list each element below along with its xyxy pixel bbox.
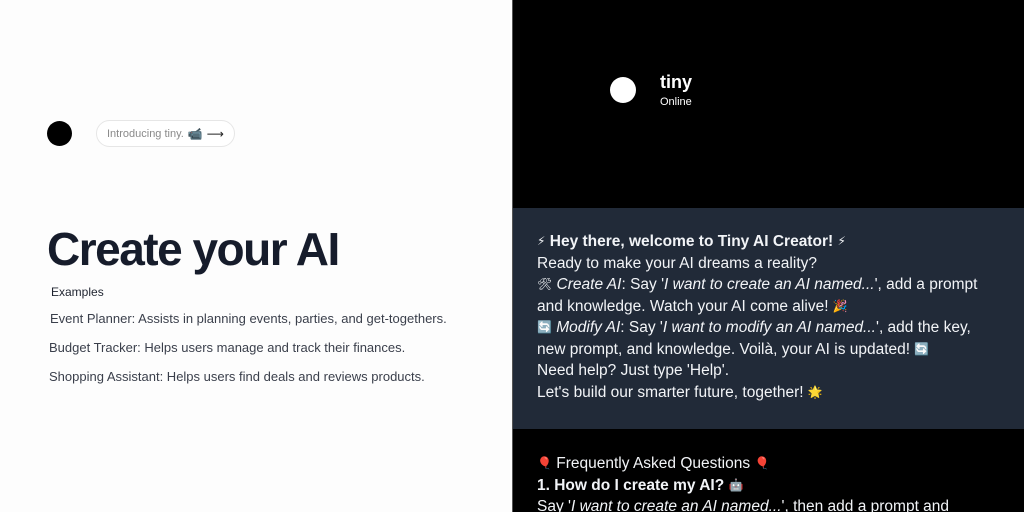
refresh-icon: 🔄 bbox=[537, 320, 552, 334]
create-phrase: I want to create an AI named... bbox=[664, 276, 875, 293]
chat-panel: tiny Online ⚡ Hey there, welcome to Tiny… bbox=[513, 0, 1024, 512]
page-title: Create your AI bbox=[47, 223, 340, 275]
bot-name: tiny bbox=[660, 72, 693, 92]
faq-heading: Frequently Asked Questions bbox=[556, 455, 751, 472]
modify-say: : Say ' bbox=[620, 319, 663, 336]
refresh-icon: 🔄 bbox=[914, 341, 930, 356]
bot-avatar bbox=[610, 77, 636, 103]
bot-status: Online bbox=[660, 96, 692, 108]
intro-text: Introducing tiny. bbox=[107, 127, 184, 140]
video-camera-icon: 📹 bbox=[187, 126, 203, 141]
welcome-greeting-line: ⚡ Hey there, welcome to Tiny AI Creator!… bbox=[537, 231, 1000, 253]
modify-label: Modify AI bbox=[556, 319, 621, 336]
robot-icon: 🤖 bbox=[728, 477, 744, 492]
balloon-icon: 🎈 bbox=[754, 456, 770, 470]
modify-phrase: I want to modify an AI named... bbox=[662, 319, 876, 336]
lightning-icon: ⚡ bbox=[537, 234, 546, 248]
modify-rest: ', add the key, bbox=[875, 319, 971, 336]
create-instruction: 🛠 Create AI: Say 'I want to create an AI… bbox=[537, 274, 1000, 296]
example-item[interactable]: Shopping Assistant: Helps users find dea… bbox=[49, 369, 425, 384]
tools-icon: 🛠 bbox=[537, 277, 553, 291]
faq-answer-rest: ', then add a prompt and bbox=[781, 498, 950, 512]
closing-line: Let's build our smarter future, together… bbox=[537, 382, 1000, 404]
logo[interactable] bbox=[47, 121, 72, 146]
modify-instruction: 🔄 Modify AI: Say 'I want to modify an AI… bbox=[537, 317, 1000, 339]
faq-answer-start: Say ' bbox=[537, 498, 571, 512]
sparkle-icon: 🌟 bbox=[807, 384, 823, 399]
example-item[interactable]: Event Planner: Assists in planning event… bbox=[50, 311, 447, 326]
balloon-icon: 🎈 bbox=[537, 456, 552, 470]
faq-question: 1. How do I create my AI? bbox=[537, 476, 725, 494]
help-line: Need help? Just type 'Help'. bbox=[537, 362, 730, 379]
examples-heading: Examples bbox=[51, 285, 104, 299]
welcome-message: ⚡ Hey there, welcome to Tiny AI Creator!… bbox=[513, 208, 1024, 429]
closing-text: Let's build our smarter future, together… bbox=[537, 383, 804, 401]
create-rest: ', add a prompt bbox=[874, 276, 978, 293]
party-popper-icon: 🎉 bbox=[832, 298, 848, 313]
faq-message: 🎈 Frequently Asked Questions 🎈 1. How do… bbox=[513, 429, 1024, 512]
welcome-greeting: Hey there, welcome to Tiny AI Creator! bbox=[549, 233, 834, 250]
create-label: Create AI bbox=[556, 276, 622, 293]
create-line2: and knowledge. Watch your AI come alive! bbox=[537, 297, 829, 315]
example-item[interactable]: Budget Tracker: Helps users manage and t… bbox=[49, 340, 405, 355]
faq-answer-line: Say 'I want to create an AI named...', t… bbox=[537, 496, 1000, 512]
modify-instruction-cont: new prompt, and knowledge. Voilà, your A… bbox=[537, 339, 1000, 361]
landing-panel: Introducing tiny. 📹 ⟶ Create your AI Exa… bbox=[0, 0, 513, 512]
faq-heading-line: 🎈 Frequently Asked Questions 🎈 bbox=[537, 453, 1000, 475]
arrow-right-icon: ⟶ bbox=[206, 126, 224, 141]
faq-question-line: 1. How do I create my AI? 🤖 bbox=[537, 475, 1000, 497]
create-say: : Say ' bbox=[621, 276, 665, 293]
intro-announcement-link[interactable]: Introducing tiny. 📹 ⟶ bbox=[96, 120, 235, 147]
faq-answer-phrase: I want to create an AI named... bbox=[570, 498, 782, 512]
welcome-line: Ready to make your AI dreams a reality? bbox=[537, 254, 817, 272]
create-instruction-cont: and knowledge. Watch your AI come alive!… bbox=[537, 296, 1000, 318]
lightning-icon: ⚡ bbox=[837, 234, 846, 248]
modify-line2: new prompt, and knowledge. Voilà, your A… bbox=[537, 340, 911, 358]
